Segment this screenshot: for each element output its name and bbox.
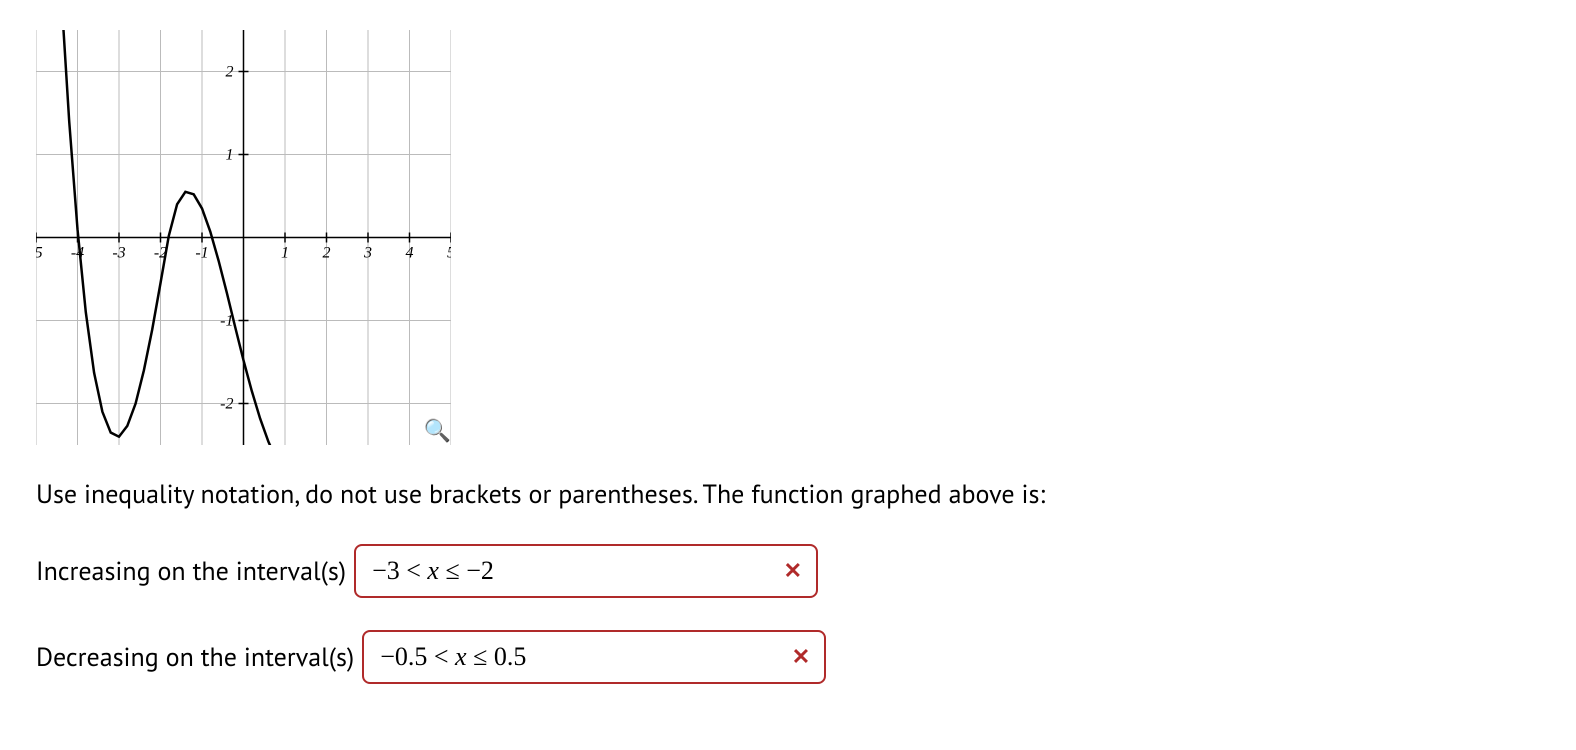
svg-text:2: 2 (323, 245, 331, 262)
svg-text:-3: -3 (112, 245, 125, 262)
decreasing-answer: −0.5 < x ≤ 0.5 (380, 642, 526, 672)
svg-text:-1: -1 (195, 245, 208, 262)
row-increasing: Increasing on the interval(s) −3 < x ≤ −… (36, 544, 1540, 598)
svg-text:1: 1 (281, 245, 289, 262)
page: -5-4-3-2-112345-2-112 🔍 Use inequality n… (0, 0, 1576, 750)
svg-text:5: 5 (447, 245, 451, 262)
wrong-icon: ✕ (792, 644, 810, 670)
increasing-answer-box[interactable]: −3 < x ≤ −2 ✕ (354, 544, 818, 598)
decreasing-answer-box[interactable]: −0.5 < x ≤ 0.5 ✕ (362, 630, 826, 684)
instruction-text: Use inequality notation, do not use brac… (36, 477, 1540, 512)
row-decreasing: Decreasing on the interval(s) −0.5 < x ≤… (36, 630, 1540, 684)
function-graph: -5-4-3-2-112345-2-112 🔍 (36, 30, 451, 445)
chart-svg: -5-4-3-2-112345-2-112 (36, 30, 451, 445)
svg-text:1: 1 (226, 147, 234, 164)
zoom-icon[interactable]: 🔍 (424, 417, 451, 445)
decreasing-label: Decreasing on the interval(s) (36, 641, 354, 674)
svg-text:4: 4 (406, 245, 414, 262)
increasing-answer: −3 < x ≤ −2 (372, 556, 494, 586)
svg-text:-4: -4 (71, 245, 84, 262)
wrong-icon: ✕ (784, 558, 802, 584)
svg-text:2: 2 (226, 64, 234, 81)
increasing-label: Increasing on the interval(s) (36, 555, 346, 588)
svg-text:-5: -5 (36, 245, 43, 262)
svg-text:3: 3 (363, 245, 372, 262)
svg-text:-2: -2 (220, 396, 233, 413)
